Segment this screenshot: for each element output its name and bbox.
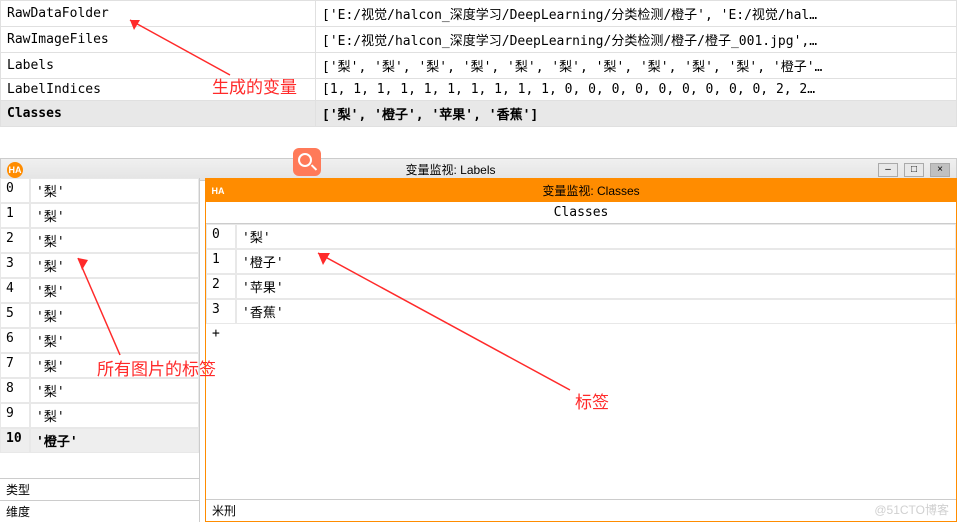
footer-dim: 维度 [0, 500, 199, 522]
row-value[interactable]: '梨' [30, 378, 199, 403]
row-index[interactable]: 2 [0, 228, 30, 253]
row-value[interactable]: '梨' [30, 303, 199, 328]
row-value[interactable]: '梨' [30, 278, 199, 303]
row-index[interactable]: 6 [0, 328, 30, 353]
row-index[interactable]: 1 [206, 249, 236, 274]
var-value: ['E:/视觉/halcon_深度学习/DeepLearning/分类检测/橙子… [316, 27, 957, 53]
classes-titlebar[interactable]: HA 变量监视: Classes [206, 179, 956, 202]
row-index[interactable]: 1 [0, 203, 30, 228]
maximize-button[interactable]: □ [904, 163, 924, 177]
variable-row[interactable]: Classes['梨', '橙子', '苹果', '香蕉'] [1, 101, 957, 127]
classes-column-header: Classes [206, 202, 956, 224]
row-value[interactable]: '梨' [30, 353, 199, 378]
row-index[interactable]: 0 [206, 224, 236, 249]
variable-row[interactable]: RawDataFolder['E:/视觉/halcon_深度学习/DeepLea… [1, 1, 957, 27]
labels-title: 变量监视: Labels [405, 161, 495, 178]
row-value[interactable]: '苹果' [236, 274, 956, 299]
var-name: Labels [1, 53, 316, 79]
var-value: ['梨', '橙子', '苹果', '香蕉'] [316, 101, 957, 127]
search-icon[interactable] [293, 148, 321, 176]
labels-panel: 0'梨'1'梨'2'梨'3'梨'4'梨'5'梨'6'梨'7'梨'8'梨'9'梨'… [0, 178, 200, 522]
var-name: Classes [1, 101, 316, 127]
variables-table[interactable]: RawDataFolder['E:/视觉/halcon_深度学习/DeepLea… [0, 0, 957, 127]
row-index[interactable]: 9 [0, 403, 30, 428]
row-value[interactable]: '梨' [236, 224, 956, 249]
row-value[interactable]: '梨' [30, 403, 199, 428]
variable-row[interactable]: RawImageFiles['E:/视觉/halcon_深度学习/DeepLea… [1, 27, 957, 53]
var-value: [1, 1, 1, 1, 1, 1, 1, 1, 1, 1, 0, 0, 0, … [316, 79, 957, 101]
row-index[interactable]: 7 [0, 353, 30, 378]
var-name: RawDataFolder [1, 1, 316, 27]
row-value[interactable]: '橙子' [236, 249, 956, 274]
row-value[interactable]: '橙子' [30, 428, 199, 453]
footer-type: 类型 [0, 478, 199, 500]
row-index[interactable]: 0 [0, 178, 30, 203]
row-value[interactable]: '香蕉' [236, 299, 956, 324]
variable-row[interactable]: LabelIndices[1, 1, 1, 1, 1, 1, 1, 1, 1, … [1, 79, 957, 101]
row-value[interactable]: '梨' [30, 253, 199, 278]
row-value[interactable]: '梨' [30, 228, 199, 253]
add-row-button[interactable]: + [206, 324, 956, 343]
row-value[interactable]: '梨' [30, 328, 199, 353]
row-index[interactable]: 3 [206, 299, 236, 324]
row-value[interactable]: '梨' [30, 203, 199, 228]
row-index[interactable]: 4 [0, 278, 30, 303]
variable-row[interactable]: Labels['梨', '梨', '梨', '梨', '梨', '梨', '梨'… [1, 53, 957, 79]
labels-grid[interactable]: 0'梨'1'梨'2'梨'3'梨'4'梨'5'梨'6'梨'7'梨'8'梨'9'梨'… [0, 178, 199, 453]
minimize-button[interactable]: – [878, 163, 898, 177]
var-name: LabelIndices [1, 79, 316, 101]
row-index[interactable]: 3 [0, 253, 30, 278]
row-index[interactable]: 10 [0, 428, 30, 453]
var-value: ['梨', '梨', '梨', '梨', '梨', '梨', '梨', '梨',… [316, 53, 957, 79]
watermark: @51CTO博客 [874, 501, 949, 518]
row-index[interactable]: 5 [0, 303, 30, 328]
row-index[interactable]: 8 [0, 378, 30, 403]
ha-icon: HA [210, 183, 226, 199]
ha-icon: HA [7, 162, 23, 178]
classes-panel: HA 变量监视: Classes Classes 0'梨'1'橙子'2'苹果'3… [205, 178, 957, 522]
var-value: ['E:/视觉/halcon_深度学习/DeepLearning/分类检测/橙子… [316, 1, 957, 27]
row-value[interactable]: '梨' [30, 178, 199, 203]
close-button[interactable]: × [930, 163, 950, 177]
classes-grid[interactable]: 0'梨'1'橙子'2'苹果'3'香蕉' [206, 224, 956, 324]
row-index[interactable]: 2 [206, 274, 236, 299]
var-name: RawImageFiles [1, 27, 316, 53]
footer-right: 米刑 [206, 499, 956, 521]
